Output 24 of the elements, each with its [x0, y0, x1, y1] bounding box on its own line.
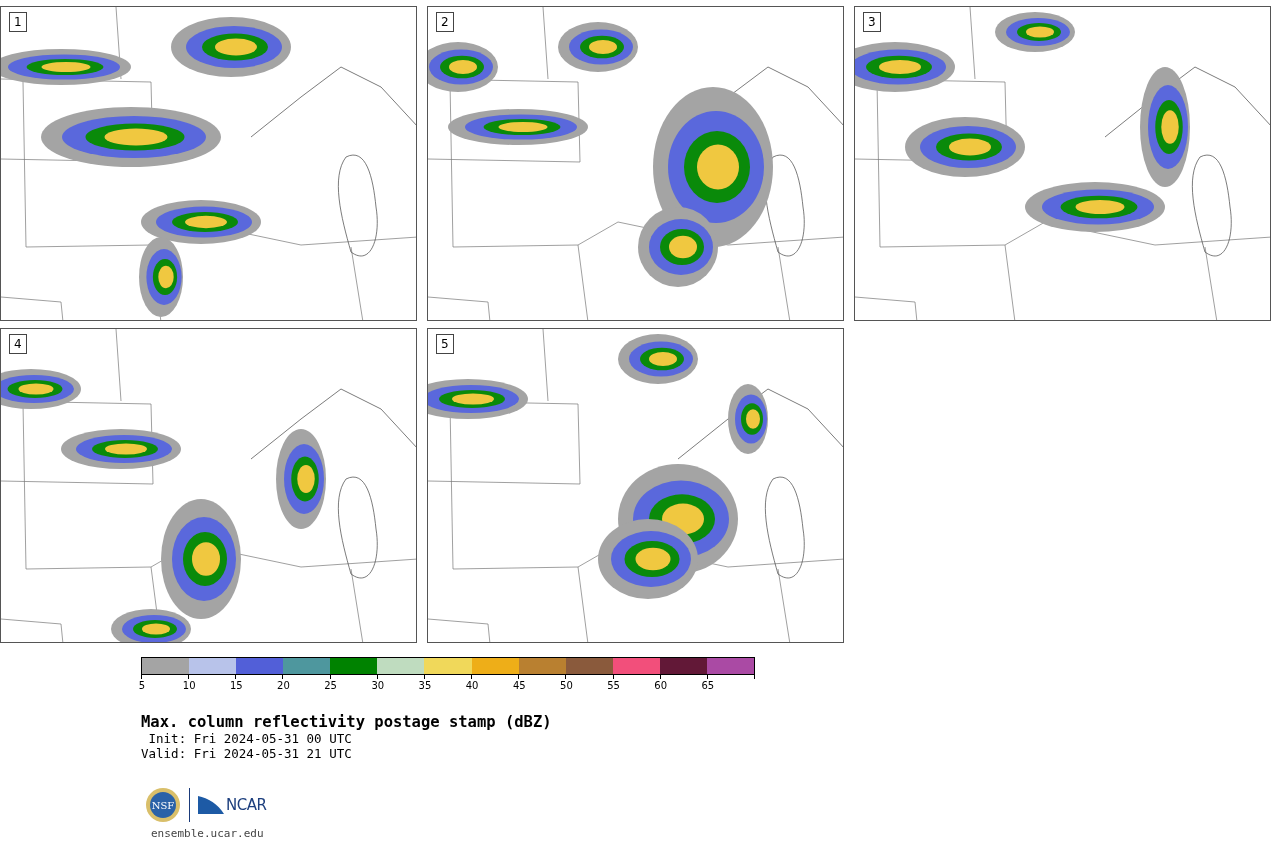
scale-label: 45: [512, 680, 526, 691]
scale-label: 15: [229, 680, 243, 691]
valid-time: Valid: Fri 2024-05-31 21 UTC: [141, 746, 353, 761]
panel-number: 3: [863, 12, 881, 32]
init-time: Init: Fri 2024-05-31 00 UTC: [147, 731, 353, 746]
panel-number: 1: [9, 12, 27, 32]
panel-number: 2: [436, 12, 454, 32]
chart-title: Max. column reflectivity postage stamp (dBZ): [141, 713, 553, 731]
scale-label: 55: [607, 680, 620, 691]
panel-number: 5: [436, 334, 454, 354]
scale-label: 10: [182, 680, 196, 691]
scale-label: 60: [654, 680, 668, 691]
scale-label: 65: [701, 680, 715, 691]
ncar-logo: NCAR: [198, 796, 267, 814]
scale-label: 5: [138, 680, 146, 691]
scale-label: 40: [465, 680, 479, 691]
scale-label: 50: [560, 680, 573, 691]
scale-label: 20: [277, 680, 290, 691]
nsf-logo: NSF: [145, 787, 181, 823]
panel-number: 4: [9, 334, 27, 354]
scale-label: 25: [324, 680, 337, 691]
scale-label: 30: [371, 680, 385, 691]
site-url: ensemble.ucar.edu: [151, 827, 265, 840]
scale-label: 35: [418, 680, 432, 691]
